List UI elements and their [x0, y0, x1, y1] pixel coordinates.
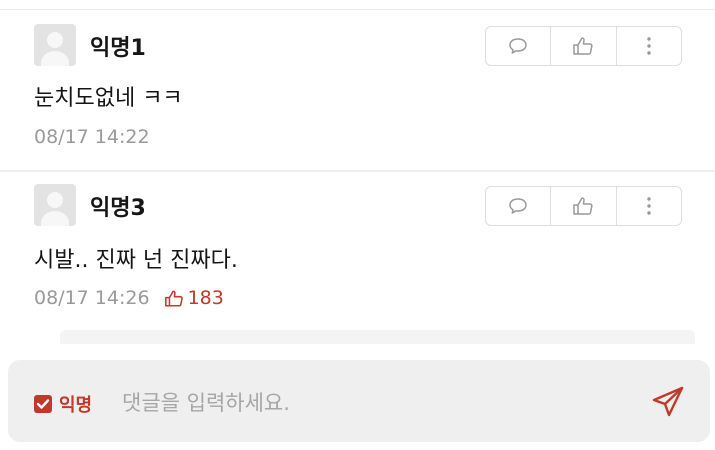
like-button[interactable]: [551, 27, 617, 65]
comment-content: 시발.. 진짜 넌 진짜다.: [34, 248, 238, 273]
comment-divider: [0, 170, 715, 172]
more-button[interactable]: [617, 187, 681, 225]
reply-button[interactable]: [486, 27, 552, 65]
comment-author: 익명1: [90, 36, 146, 61]
reply-button[interactable]: [486, 187, 552, 225]
comment-bubble-icon: [509, 198, 527, 214]
comment-meta: 08/17 14:26 183: [34, 287, 224, 309]
thumbs-up-icon: [573, 197, 594, 215]
thumbs-up-icon: [164, 289, 183, 307]
comment-meta: 08/17 14:22: [34, 126, 150, 148]
comment-author: 익명3: [90, 196, 146, 221]
anonymous-label: 익명: [59, 395, 93, 416]
more-button[interactable]: [617, 27, 681, 65]
comment-timestamp: 08/17 14:22: [34, 126, 150, 148]
top-divider: [0, 9, 715, 10]
like-count: 183: [164, 287, 224, 309]
like-count-value: 183: [187, 287, 224, 309]
more-vertical-icon: [647, 197, 651, 215]
more-vertical-icon: [647, 37, 651, 55]
comment-item: 익명1 눈치도없네 ㅋㅋ 08/17 14:22: [0, 24, 715, 174]
send-button[interactable]: [648, 382, 688, 422]
comment-actions: [485, 26, 682, 66]
anonymous-checkbox[interactable]: 익명: [34, 391, 92, 417]
send-icon: [652, 386, 684, 417]
comment-content: 눈치도없네 ㅋㅋ: [34, 86, 183, 111]
check-icon: [36, 399, 50, 409]
thumbs-up-icon: [573, 37, 594, 55]
comment-input-bar: 익명: [8, 360, 710, 442]
comment-input[interactable]: [120, 384, 584, 422]
comment-actions: [485, 186, 682, 226]
checkbox[interactable]: [34, 395, 52, 413]
faint-placeholder-bar: [60, 330, 695, 344]
avatar: [34, 24, 76, 66]
like-button[interactable]: [551, 187, 617, 225]
comment-bubble-icon: [509, 38, 527, 54]
avatar: [34, 184, 76, 226]
comment-item: 익명3 시발.. 진짜 넌 진짜다. 08/17 14:26 183: [0, 184, 715, 314]
comment-timestamp: 08/17 14:26: [34, 287, 150, 309]
